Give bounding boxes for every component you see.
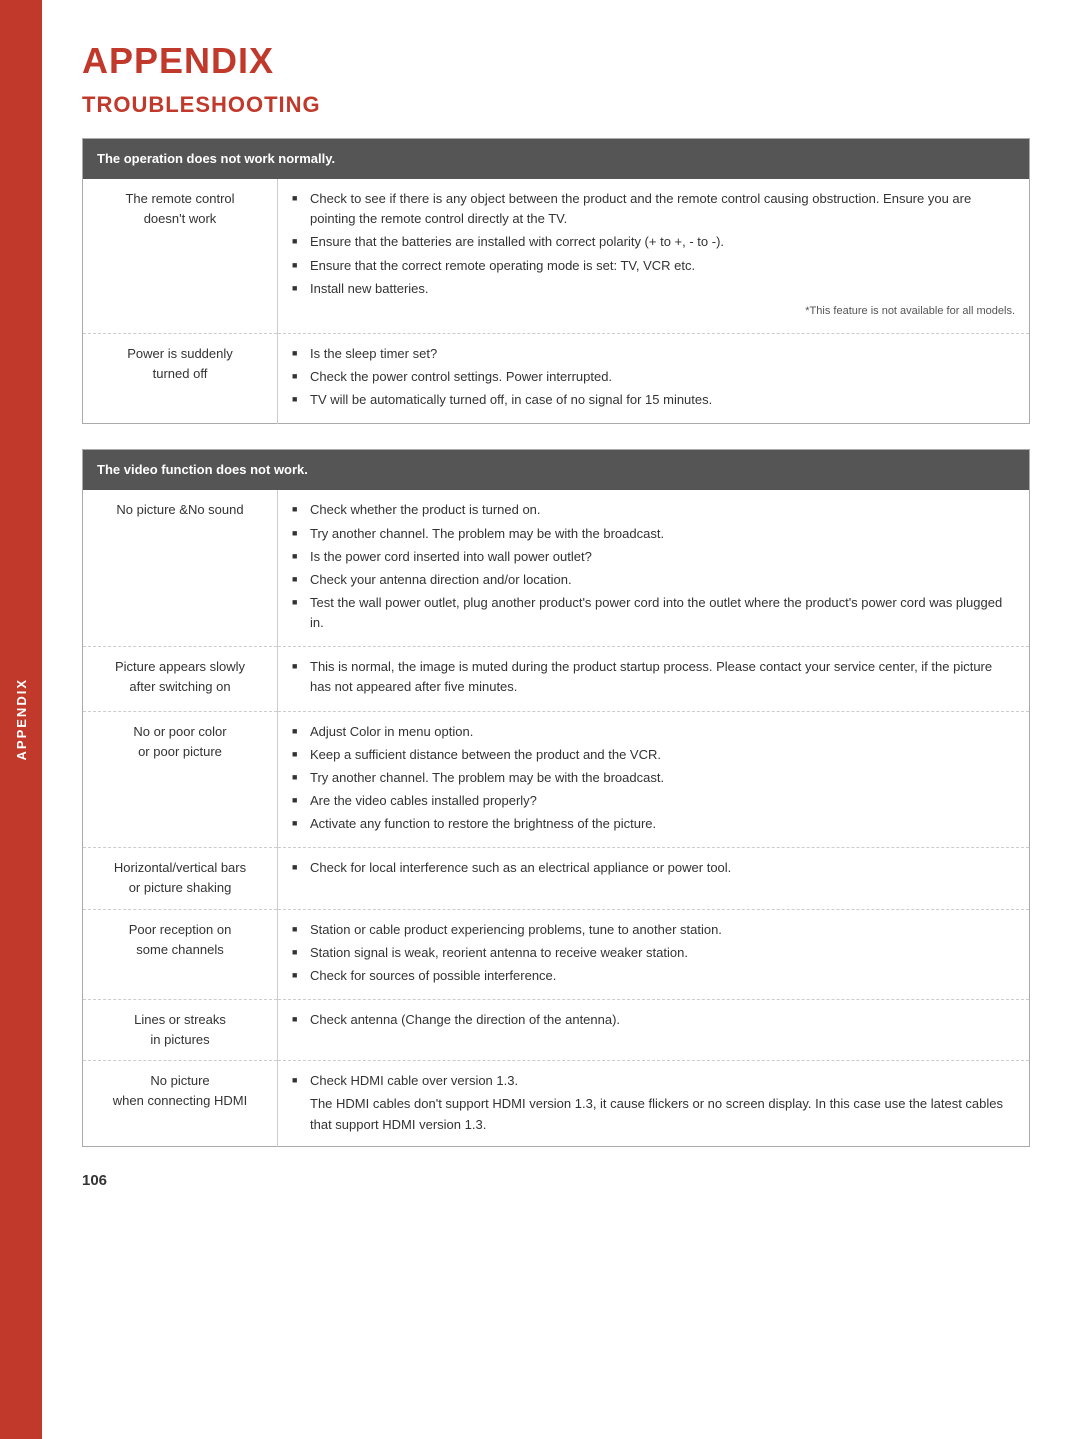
label-lines-streaks: Lines or streaksin pictures xyxy=(83,999,278,1060)
desc-bars-shaking: Check for local interference such as an … xyxy=(278,848,1030,909)
label-poor-color: No or poor coloror poor picture xyxy=(83,711,278,848)
bullet-item: Check for sources of possible interferen… xyxy=(292,966,1015,986)
bullet-item: Is the sleep timer set? xyxy=(292,344,1015,364)
note-text: *This feature is not available for all m… xyxy=(310,303,1015,320)
bullet-item: Keep a sufficient distance between the p… xyxy=(292,745,1015,765)
bullet-item: Install new batteries. *This feature is … xyxy=(292,279,1015,320)
bullet-item: Try another channel. The problem may be … xyxy=(292,524,1015,544)
desc-power-off: Is the sleep timer set? Check the power … xyxy=(278,333,1030,423)
desc-remote-control: Check to see if there is any object betw… xyxy=(278,179,1030,333)
table1-header: The operation does not work normally. xyxy=(83,139,1030,180)
bullet-item: This is normal, the image is muted durin… xyxy=(292,657,1015,697)
table-row: Lines or streaksin pictures Check antenn… xyxy=(83,999,1030,1060)
page-number: 106 xyxy=(82,1172,1030,1189)
bullet-item: Station or cable product experiencing pr… xyxy=(292,920,1015,940)
table-row: The remote controldoesn't work Check to … xyxy=(83,179,1030,333)
page-title: APPENDIX xyxy=(82,40,1030,82)
bullet-item: Check to see if there is any object betw… xyxy=(292,189,1015,229)
label-remote-control: The remote controldoesn't work xyxy=(83,179,278,333)
bullet-item: Check for local interference such as an … xyxy=(292,858,1015,878)
label-poor-reception: Poor reception onsome channels xyxy=(83,909,278,999)
bullet-item: Station signal is weak, reorient antenna… xyxy=(292,943,1015,963)
table-row: No picture &No sound Check whether the p… xyxy=(83,490,1030,646)
bullet-item: Ensure that the correct remote operating… xyxy=(292,256,1015,276)
table2-header: The video function does not work. xyxy=(83,450,1030,491)
bullet-item: Activate any function to restore the bri… xyxy=(292,814,1015,834)
table-row: Power is suddenlyturned off Is the sleep… xyxy=(83,333,1030,423)
desc-poor-color: Adjust Color in menu option. Keep a suff… xyxy=(278,711,1030,848)
bullet-item: Check antenna (Change the direction of t… xyxy=(292,1010,1015,1030)
bullet-item: Check HDMI cable over version 1.3. xyxy=(292,1071,1015,1091)
desc-picture-slowly: This is normal, the image is muted durin… xyxy=(278,647,1030,711)
table-row: No or poor coloror poor picture Adjust C… xyxy=(83,711,1030,848)
label-hdmi: No picturewhen connecting HDMI xyxy=(83,1061,278,1147)
table-row: Poor reception onsome channels Station o… xyxy=(83,909,1030,999)
bullet-item: Check the power control settings. Power … xyxy=(292,367,1015,387)
desc-poor-reception: Station or cable product experiencing pr… xyxy=(278,909,1030,999)
main-content: APPENDIX TROUBLESHOOTING The operation d… xyxy=(42,0,1080,1439)
label-bars-shaking: Horizontal/vertical barsor picture shaki… xyxy=(83,848,278,909)
side-tab: APPENDIX xyxy=(0,0,42,1439)
bullet-item: Are the video cables installed properly? xyxy=(292,791,1015,811)
bullet-item: Ensure that the batteries are installed … xyxy=(292,232,1015,252)
bullet-item: Test the wall power outlet, plug another… xyxy=(292,593,1015,633)
section-title: TROUBLESHOOTING xyxy=(82,92,1030,118)
table-row: Horizontal/vertical barsor picture shaki… xyxy=(83,848,1030,909)
bullet-item: Check whether the product is turned on. xyxy=(292,500,1015,520)
bullet-item: Check your antenna direction and/or loca… xyxy=(292,570,1015,590)
desc-hdmi: Check HDMI cable over version 1.3. The H… xyxy=(278,1061,1030,1147)
desc-no-picture-sound: Check whether the product is turned on. … xyxy=(278,490,1030,646)
table-operation: The operation does not work normally. Th… xyxy=(82,138,1030,424)
table-row: Picture appears slowlyafter switching on… xyxy=(83,647,1030,711)
side-tab-label: APPENDIX xyxy=(14,678,29,760)
label-picture-slowly: Picture appears slowlyafter switching on xyxy=(83,647,278,711)
bullet-item: Is the power cord inserted into wall pow… xyxy=(292,547,1015,567)
bullet-item: Adjust Color in menu option. xyxy=(292,722,1015,742)
label-power-off: Power is suddenlyturned off xyxy=(83,333,278,423)
label-no-picture-sound: No picture &No sound xyxy=(83,490,278,646)
bullet-item: Try another channel. The problem may be … xyxy=(292,768,1015,788)
table-video: The video function does not work. No pic… xyxy=(82,449,1030,1147)
desc-lines-streaks: Check antenna (Change the direction of t… xyxy=(278,999,1030,1060)
hdmi-note: The HDMI cables don't support HDMI versi… xyxy=(292,1094,1015,1136)
table-row: No picturewhen connecting HDMI Check HDM… xyxy=(83,1061,1030,1147)
bullet-item: TV will be automatically turned off, in … xyxy=(292,390,1015,410)
